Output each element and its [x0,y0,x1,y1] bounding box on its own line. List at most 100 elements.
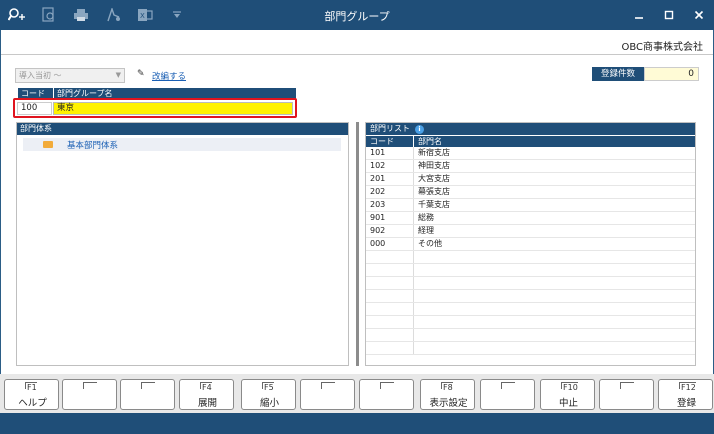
table-row [366,303,695,316]
window-controls [624,0,714,30]
table-row [366,277,695,290]
fkey-empty-button[interactable] [300,379,355,410]
fkey-f10-button[interactable]: F10 中止 [540,379,595,410]
fkey-label: 展開 [197,398,217,409]
fkey-code: F5 [262,382,274,392]
fkey-f5-button[interactable]: F5 縮小 [241,379,296,410]
fkey-code: F4 [200,382,212,392]
department-tree-panel: 部門体系 基本部門体系 [16,122,349,366]
cell-name [414,316,695,328]
cell-name [414,329,695,341]
cell-code: 102 [366,160,414,172]
tree-item-label: 基本部門体系 [67,141,119,151]
fkey-label: 登録 [676,398,696,409]
list-column-headers: コード 部門名 [366,135,695,147]
title-bar: X 部門グループ [0,0,714,30]
cell-name [414,277,695,289]
count-label: 登録件数 [592,67,644,81]
chevron-down-icon: ▼ [115,71,121,79]
column-header-code: コード [366,136,414,147]
table-row [366,342,695,355]
fkey-code [141,382,155,389]
cell-name: 千葉支店 [418,200,450,209]
table-row[interactable]: 902 経理 [366,225,695,238]
table-row[interactable]: 202 幕張支店 [366,186,695,199]
fkey-code [501,382,515,389]
company-name: OBC商事株式会社 [621,42,703,53]
minimize-button[interactable] [624,0,654,30]
table-row[interactable]: 201 大宮支店 [366,173,695,186]
cell-code: 201 [366,173,414,185]
panel-splitter[interactable] [356,122,359,366]
cell-code: 902 [366,225,414,237]
fkey-code [380,382,394,389]
fkey-f4-button[interactable]: F4 展開 [179,379,234,410]
cell-name: 総務 [418,213,434,222]
group-name-field[interactable]: 東京 [53,102,293,115]
fkey-code [620,382,634,389]
cell-code: 202 [366,186,414,198]
info-icon[interactable]: i [415,124,424,134]
maximize-button[interactable] [654,0,684,30]
table-row [366,316,695,329]
table-row [366,329,695,342]
cell-name: 新宿支店 [418,148,450,157]
tree-panel-title: 部門体系 [17,123,348,135]
fkey-f8-button[interactable]: F8 表示設定 [420,379,475,410]
cell-code: 901 [366,212,414,224]
table-row[interactable]: 102 神田支店 [366,160,695,173]
group-code-field[interactable]: 100 [17,102,52,115]
cell-name [414,342,695,354]
column-header-name: 部門名 [418,137,442,146]
fkey-code: F8 [441,382,453,392]
tree-item-basic[interactable]: 基本部門体系 [23,138,341,151]
fkey-label: 表示設定 [429,398,468,409]
header-divider [1,54,713,55]
count-value: 0 [644,67,699,81]
cell-code [366,290,414,302]
cell-code [366,342,414,354]
cell-code [366,277,414,289]
function-key-bar: F1 ヘルプ F4 展開 F5 縮小 F8 表示設定 F10 中止 F12 登録 [0,374,714,413]
fkey-empty-button[interactable] [62,379,117,410]
cell-name [414,251,695,263]
fkey-label: 中止 [558,398,578,409]
cell-name [414,290,695,302]
table-row[interactable]: 000 その他 [366,238,695,251]
cell-code: 203 [366,199,414,211]
period-select[interactable]: 導入当初 ～ ▼ [15,68,125,83]
cell-name: その他 [418,239,442,248]
fkey-f1-button[interactable]: F1 ヘルプ [4,379,59,410]
fkey-code [83,382,97,389]
fkey-empty-button[interactable] [599,379,654,410]
cell-code [366,264,414,276]
folder-icon [43,141,53,148]
table-row[interactable]: 203 千葉支店 [366,199,695,212]
close-button[interactable] [684,0,714,30]
cell-code: 101 [366,147,414,159]
cell-code [366,251,414,263]
cell-name: 幕張支店 [418,187,450,196]
cell-code [366,303,414,315]
list-panel-title: 部門リスト i [366,123,695,135]
fkey-f12-button[interactable]: F12 登録 [658,379,713,410]
cell-name: 大宮支店 [418,174,450,183]
fkey-code: F10 [561,382,578,392]
fkey-code [321,382,335,389]
table-row[interactable]: 101 新宿支店 [366,147,695,160]
table-row [366,264,695,277]
status-bar [0,413,714,434]
cell-name: 経理 [418,226,434,235]
fkey-label: 縮小 [259,398,279,409]
table-row[interactable]: 901 総務 [366,212,695,225]
revise-link[interactable]: 改編する [152,70,186,82]
department-list-panel: 部門リスト i コード 部門名 101 新宿支店 102 神田支店 201 大宮支店 202… [365,122,696,366]
pencil-icon[interactable]: ✎ [137,69,145,79]
main-content: OBC商事株式会社 導入当初 ～ ▼ ✎ 改編する 登録件数 0 コード 部門グ… [1,30,713,374]
fkey-empty-button[interactable] [120,379,175,410]
cell-code: 000 [366,238,414,250]
period-value: 導入当初 ～ [19,71,62,80]
table-row [366,251,695,264]
fkey-empty-button[interactable] [480,379,535,410]
fkey-empty-button[interactable] [359,379,414,410]
